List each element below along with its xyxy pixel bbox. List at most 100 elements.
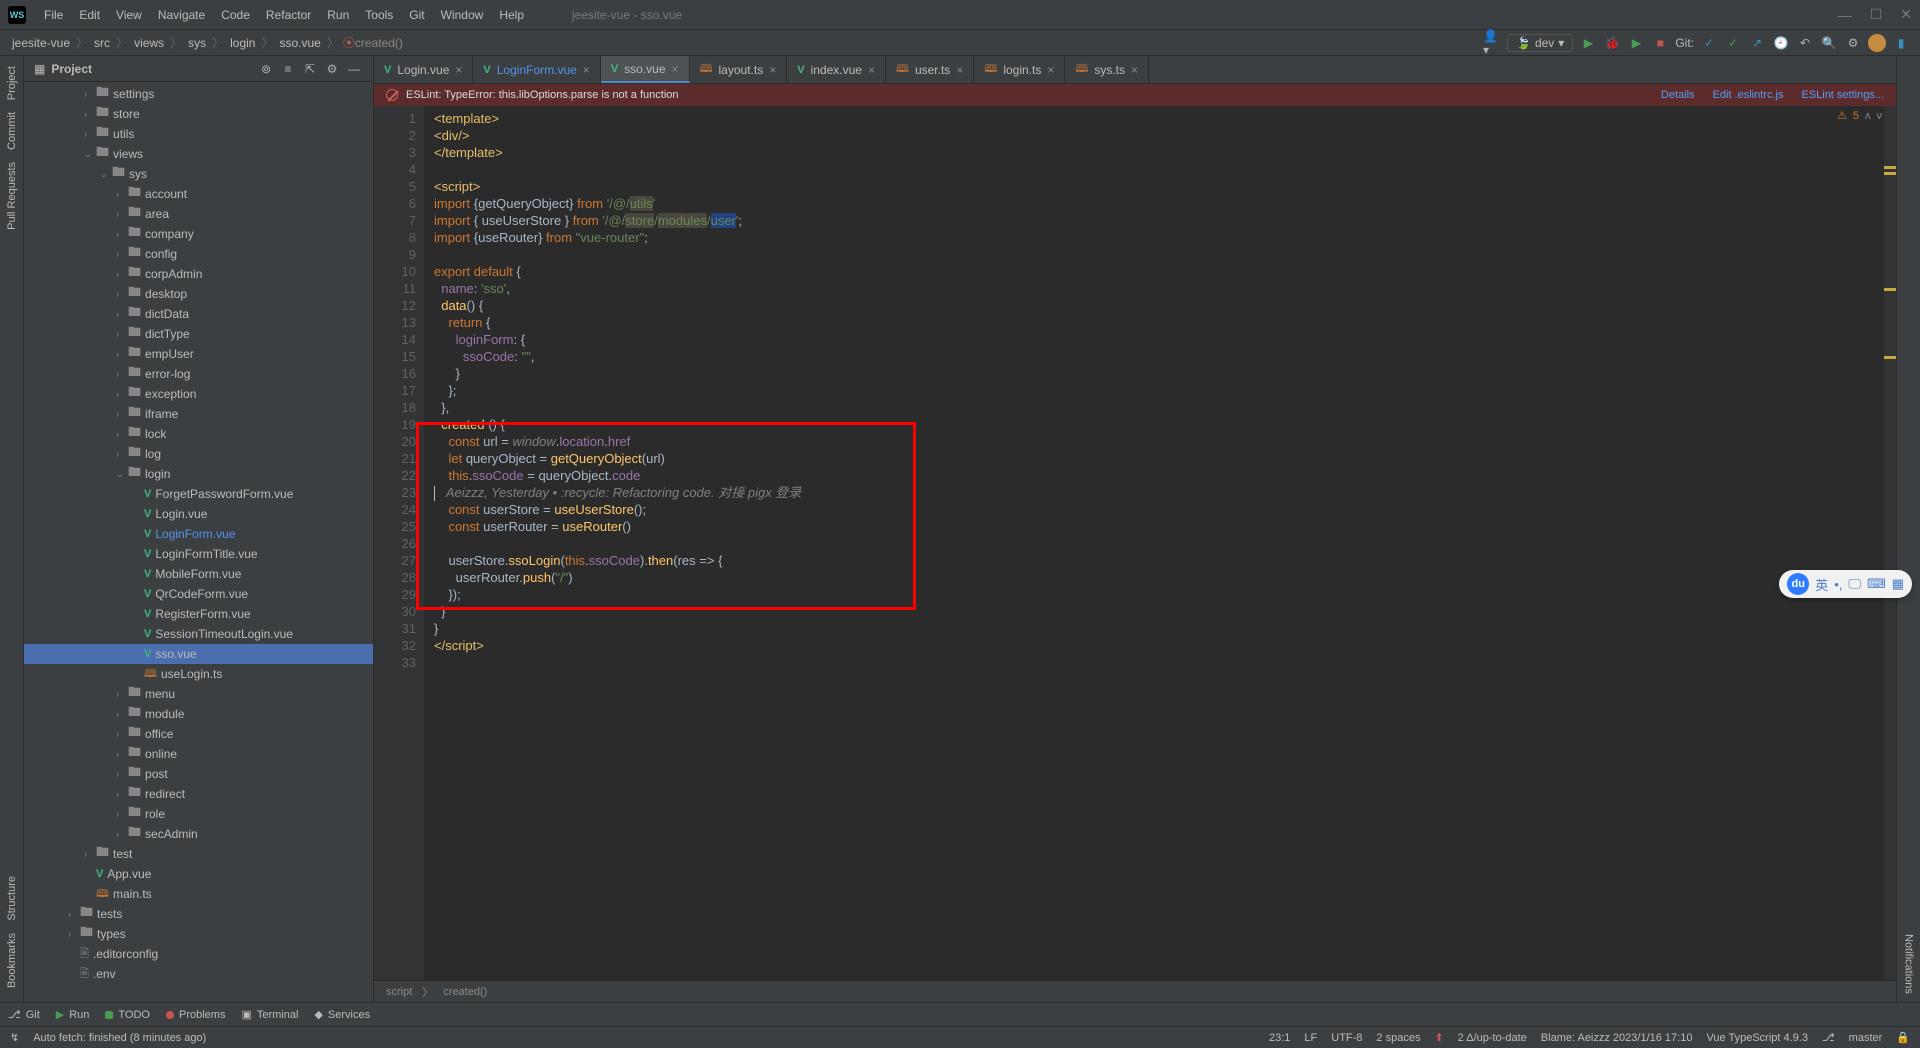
tree-item[interactable]: ›🖿module xyxy=(24,704,373,724)
tree-item[interactable]: ›🖿types xyxy=(24,924,373,944)
code-line[interactable]: }, xyxy=(434,399,1884,416)
tree-item[interactable]: ›🖿iframe xyxy=(24,404,373,424)
close-icon[interactable]: × xyxy=(868,63,875,77)
code-line[interactable]: let queryObject = getQueryObject(url) xyxy=(434,450,1884,467)
code-line[interactable]: } xyxy=(434,603,1884,620)
tree-item[interactable]: ›🖿desktop xyxy=(24,284,373,304)
menu-refactor[interactable]: Refactor xyxy=(258,8,319,22)
code-line[interactable]: import {getQueryObject} from '/@/utils' xyxy=(434,195,1884,212)
code-line[interactable]: loginForm: { xyxy=(434,331,1884,348)
tree-item[interactable]: ›🖿empUser xyxy=(24,344,373,364)
status-vue[interactable]: Vue TypeScript 4.9.3 xyxy=(1706,1032,1808,1044)
lock-icon[interactable]: 🔒 xyxy=(1896,1031,1910,1044)
code-line[interactable]: } xyxy=(434,620,1884,637)
strip-bookmarks[interactable]: Bookmarks xyxy=(6,927,18,994)
tree-item[interactable]: ›🖿utils xyxy=(24,124,373,144)
coverage-button[interactable]: ▶ xyxy=(1627,34,1645,52)
tree-item[interactable]: VApp.vue xyxy=(24,864,373,884)
menu-view[interactable]: View xyxy=(108,8,150,22)
close-icon[interactable]: × xyxy=(583,63,590,77)
crumb-part[interactable]: login xyxy=(228,36,257,50)
inspections-widget[interactable]: ⚠5 ʌv xyxy=(1837,108,1882,125)
tool-todo[interactable]: TODO xyxy=(105,1009,150,1021)
tree-item[interactable]: VForgetPasswordForm.vue xyxy=(24,484,373,504)
collapse-icon[interactable]: ⇱ xyxy=(301,60,319,78)
git-commit-icon[interactable]: ✓ xyxy=(1724,34,1742,52)
crumb-method[interactable]: created() xyxy=(355,36,403,50)
locate-icon[interactable]: ⊚ xyxy=(257,60,275,78)
tool-services[interactable]: ◆Services xyxy=(314,1008,370,1021)
status-line-sep[interactable]: LF xyxy=(1304,1032,1317,1044)
menu-help[interactable]: Help xyxy=(491,8,532,22)
code-line[interactable]: </template> xyxy=(434,144,1884,161)
tree-item[interactable]: Vsso.vue xyxy=(24,644,373,664)
tree-item[interactable]: ›🖿log xyxy=(24,444,373,464)
code-line[interactable]: </script> xyxy=(434,637,1884,654)
tree-item[interactable]: ›🖿dictType xyxy=(24,324,373,344)
user-icon[interactable]: 👤▾ xyxy=(1483,34,1501,52)
tree-item[interactable]: 🕮useLogin.ts xyxy=(24,664,373,684)
code-line[interactable]: <div/> xyxy=(434,127,1884,144)
strip-structure[interactable]: Structure xyxy=(6,870,18,927)
status-position[interactable]: 23:1 xyxy=(1269,1032,1290,1044)
eslint-details-link[interactable]: Details xyxy=(1661,89,1695,101)
tree-item[interactable]: ⌄🖿login xyxy=(24,464,373,484)
tree-item[interactable]: VSessionTimeoutLogin.vue xyxy=(24,624,373,644)
close-icon[interactable]: × xyxy=(1047,63,1054,77)
code-line[interactable]: userRouter.push("/") xyxy=(434,569,1884,586)
code-line[interactable]: <script> xyxy=(434,178,1884,195)
tree-item[interactable]: ›🖿corpAdmin xyxy=(24,264,373,284)
menu-file[interactable]: File xyxy=(36,8,71,22)
search-icon[interactable]: 🔍 xyxy=(1820,34,1838,52)
crumb-created[interactable]: created() xyxy=(443,986,487,998)
menu-edit[interactable]: Edit xyxy=(71,8,108,22)
code-line[interactable]: <template> xyxy=(434,110,1884,127)
expand-icon[interactable]: ≡ xyxy=(279,60,297,78)
code-line[interactable]: ssoCode: "", xyxy=(434,348,1884,365)
tree-item[interactable]: 🕮main.ts xyxy=(24,884,373,904)
status-indent[interactable]: 2 spaces xyxy=(1376,1032,1420,1044)
code-content[interactable]: <template><div/></template> <script>impor… xyxy=(424,106,1884,980)
run-button[interactable]: ▶ xyxy=(1579,34,1597,52)
ime-widget[interactable]: du 英 •, 🖵 ⌨ ▦ xyxy=(1779,570,1912,598)
close-button[interactable]: ✕ xyxy=(1900,6,1912,23)
editor-tab[interactable]: 🕮sys.ts× xyxy=(1065,56,1149,83)
crumb-part[interactable]: views xyxy=(132,36,166,50)
crumb-part[interactable]: sso.vue xyxy=(277,36,322,50)
run-config-selector[interactable]: 🍃dev ▾ xyxy=(1507,34,1573,52)
editor-tab[interactable]: VLoginForm.vue× xyxy=(473,56,600,83)
close-icon[interactable]: × xyxy=(455,63,462,77)
status-delta[interactable]: 2 Δ/up-to-date xyxy=(1458,1032,1527,1044)
avatar[interactable] xyxy=(1868,34,1886,52)
code-line[interactable] xyxy=(434,535,1884,552)
tree-item[interactable]: ›🖿post xyxy=(24,764,373,784)
ime-grid-icon[interactable]: ▦ xyxy=(1892,576,1904,592)
code-line[interactable] xyxy=(434,246,1884,263)
tree-item[interactable]: ⌄🖿views xyxy=(24,144,373,164)
tree-item[interactable]: VQrCodeForm.vue xyxy=(24,584,373,604)
crumb-script[interactable]: script xyxy=(386,986,412,998)
editor-tab[interactable]: 🕮login.ts× xyxy=(974,56,1065,83)
tree-item[interactable]: ›🖿company xyxy=(24,224,373,244)
menu-navigate[interactable]: Navigate xyxy=(150,8,213,22)
git-push-icon[interactable]: ↗ xyxy=(1748,34,1766,52)
tree-item[interactable]: VLoginForm.vue xyxy=(24,524,373,544)
status-sync-icon[interactable]: ↯ xyxy=(10,1031,19,1044)
settings-gear-icon[interactable]: ⚙ xyxy=(323,60,341,78)
tree-item[interactable]: ›🖿error-log xyxy=(24,364,373,384)
editor-tab[interactable]: Vindex.vue× xyxy=(787,56,886,83)
tree-item[interactable]: ›🖿secAdmin xyxy=(24,824,373,844)
tree-item[interactable]: ›🖿config xyxy=(24,244,373,264)
code-line[interactable]: this.ssoCode = queryObject.code xyxy=(434,467,1884,484)
editor-tab[interactable]: VLogin.vue× xyxy=(374,56,473,83)
tree-item[interactable]: ›🖿exception xyxy=(24,384,373,404)
strip-project[interactable]: Project xyxy=(6,60,18,106)
debug-button[interactable]: 🐞 xyxy=(1603,34,1621,52)
status-encoding[interactable]: UTF-8 xyxy=(1331,1032,1362,1044)
code-line[interactable]: const url = window.location.href xyxy=(434,433,1884,450)
eslint-edit-link[interactable]: Edit .eslintrc.js xyxy=(1713,89,1784,101)
tree-item[interactable]: ›🖿tests xyxy=(24,904,373,924)
strip-notifications[interactable]: Notifications xyxy=(1903,926,1915,1002)
close-icon[interactable]: × xyxy=(769,63,776,77)
eslint-settings-link[interactable]: ESLint settings... xyxy=(1801,89,1884,101)
